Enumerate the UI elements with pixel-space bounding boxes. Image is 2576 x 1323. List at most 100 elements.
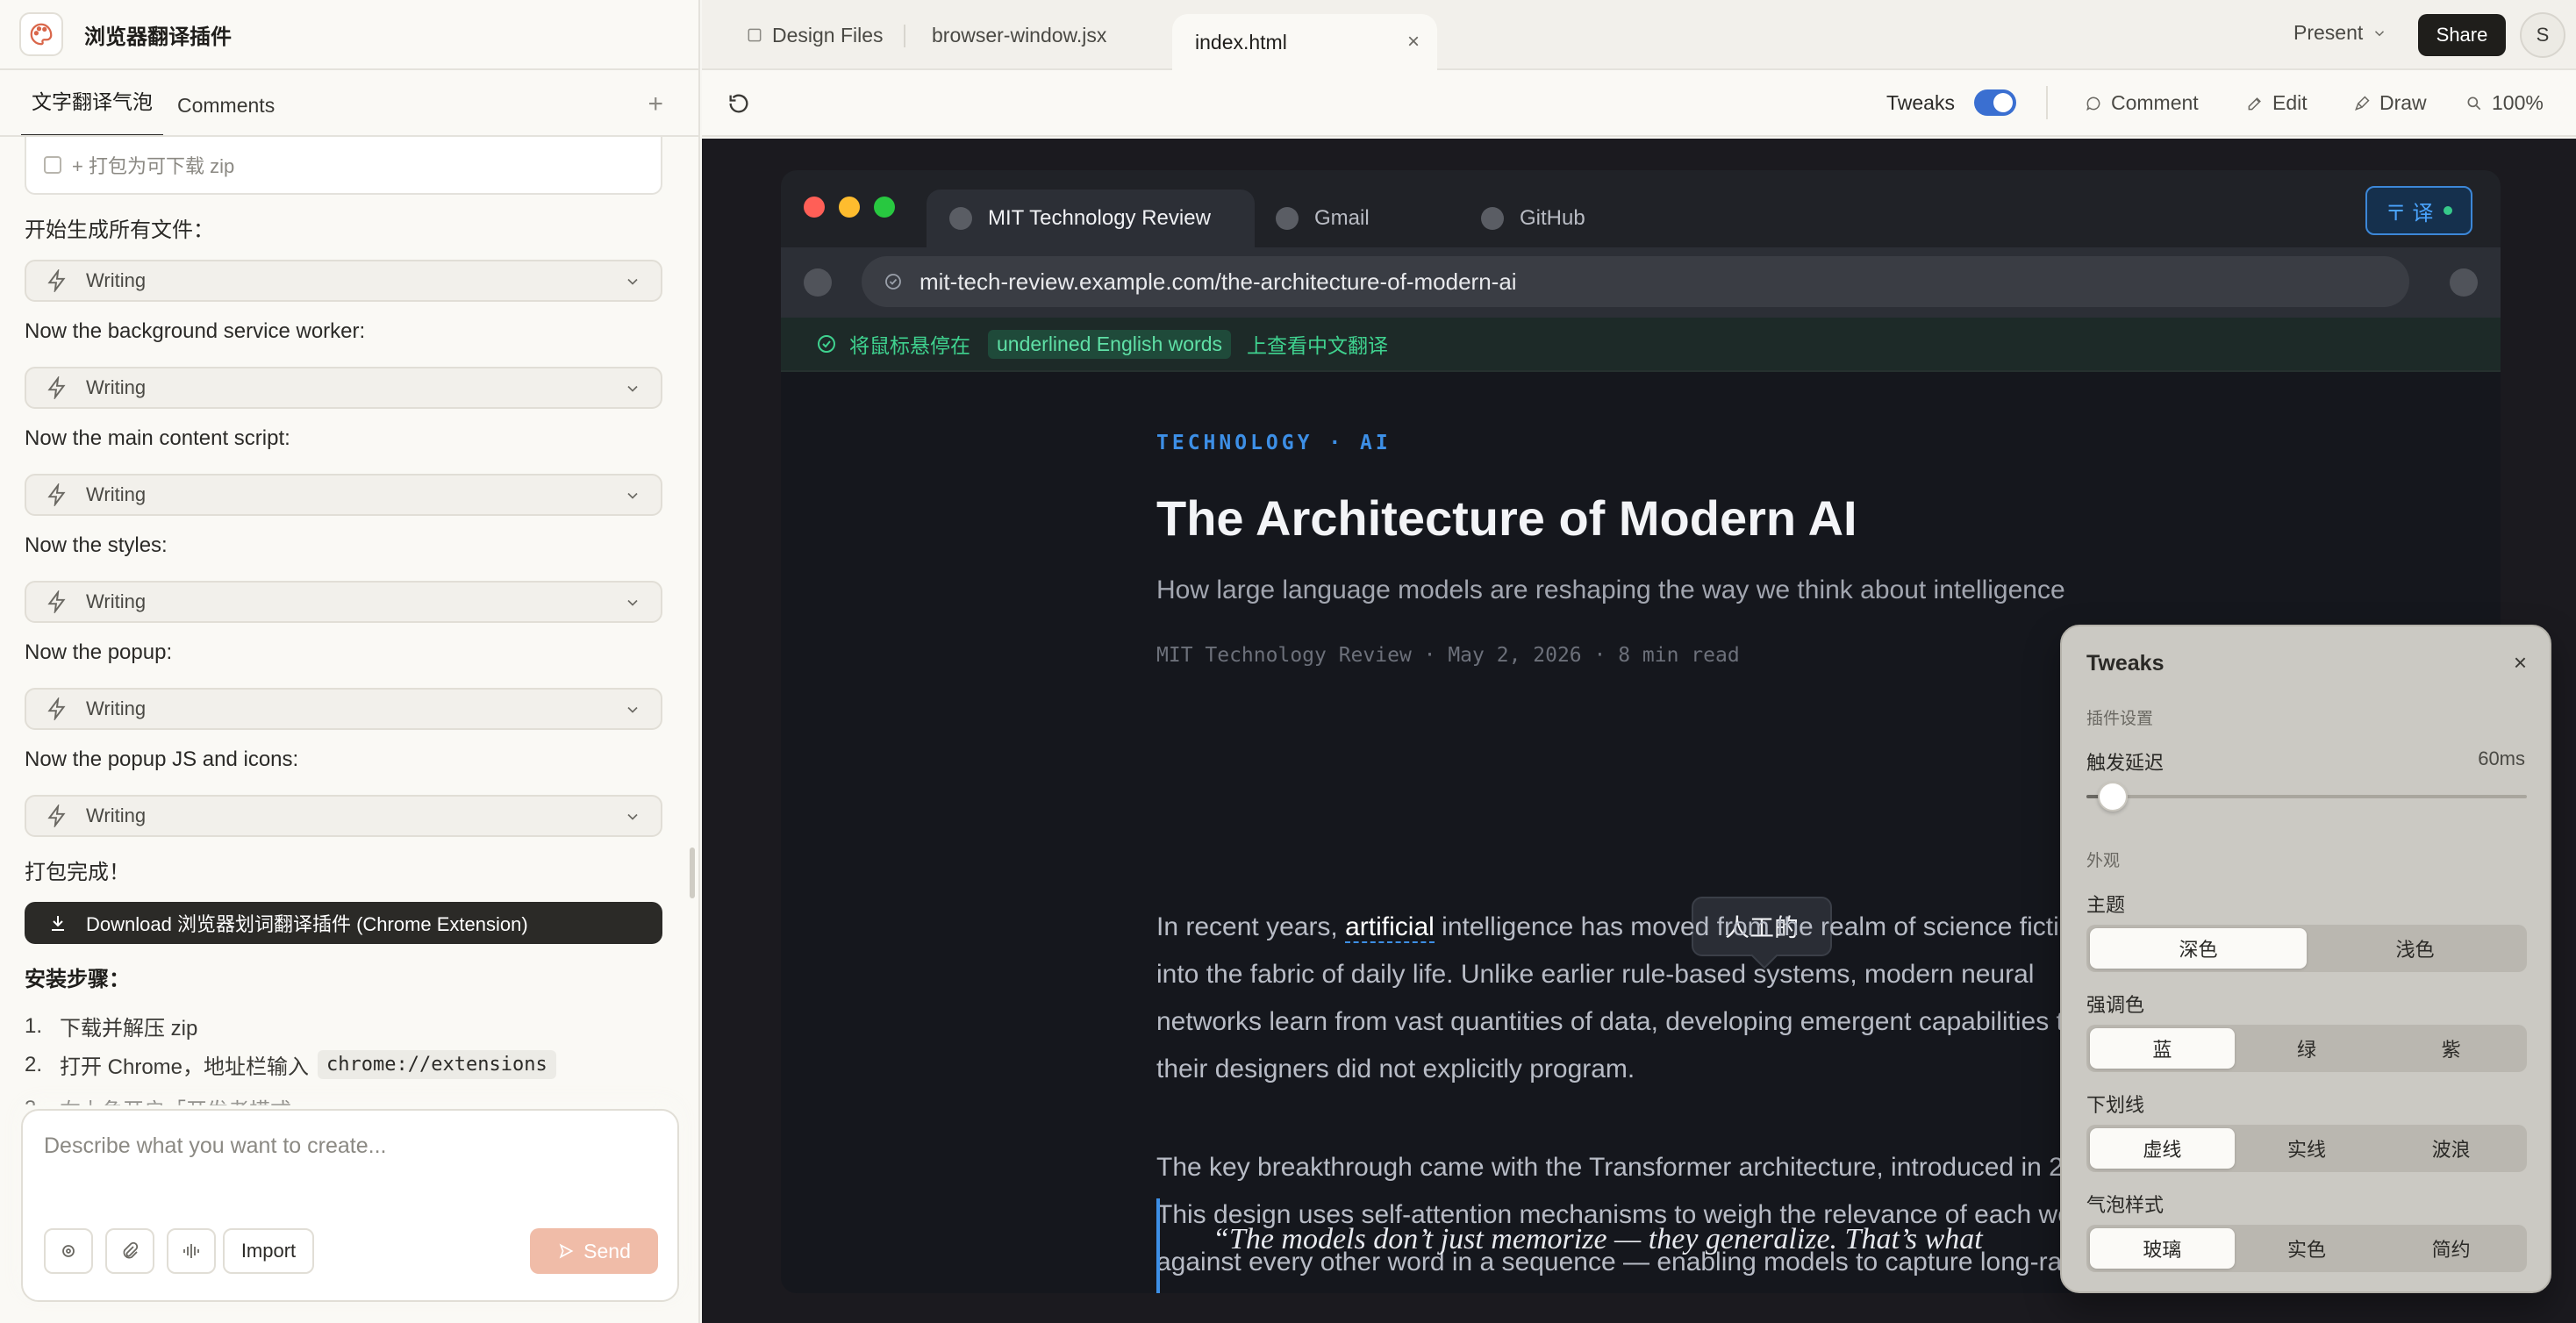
settings-button[interactable] [44, 1228, 93, 1274]
composer[interactable]: Describe what you want to create... Impo… [21, 1109, 679, 1302]
step-number: 3. [25, 1097, 60, 1106]
browser-tab-mit[interactable]: MIT Technology Review [927, 190, 1255, 247]
tab-comments[interactable]: Comments [167, 94, 285, 137]
zip-checkbox[interactable] [44, 156, 61, 174]
comment-button[interactable]: Comment [2085, 91, 2199, 115]
writing-status-pill[interactable]: Writing [25, 260, 662, 302]
palette-icon[interactable] [19, 12, 63, 56]
brush-icon [2355, 95, 2370, 111]
underline-label: 下划线 [2086, 1094, 2145, 1116]
inline-code: chrome://extensions [318, 1050, 556, 1079]
close-tab-icon[interactable]: × [1407, 30, 1420, 54]
article-meta: MIT Technology Review · May 2, 2026 · 8 … [1156, 644, 1740, 667]
favicon-icon [1481, 207, 1504, 230]
tab-translation-bubble[interactable]: 文字翻译气泡 [21, 85, 163, 137]
import-button[interactable]: Import [223, 1228, 314, 1274]
accent-option-green[interactable]: 绿 [2235, 1028, 2379, 1069]
writing-status-pill[interactable]: Writing [25, 474, 662, 516]
bolt-icon [47, 376, 66, 399]
delay-slider[interactable] [2086, 782, 2527, 812]
share-button[interactable]: Share [2418, 14, 2506, 56]
writing-status-pill[interactable]: Writing [25, 367, 662, 409]
back-button[interactable] [804, 268, 832, 297]
underline-option-solid[interactable]: 实线 [2235, 1128, 2379, 1169]
bolt-icon [47, 805, 66, 827]
send-button[interactable]: Send [530, 1228, 658, 1274]
edit-button[interactable]: Edit [2246, 91, 2308, 115]
bubble-option-solid[interactable]: 实色 [2235, 1228, 2379, 1269]
article-title: The Architecture of Modern AI [1156, 490, 1857, 546]
accent-option-blue[interactable]: 蓝 [2090, 1028, 2235, 1069]
chevron-down-icon [627, 492, 638, 499]
menu-button[interactable] [2450, 268, 2478, 297]
writing-label: Writing [86, 376, 147, 398]
done-message: 打包完成！ [25, 861, 130, 884]
hover-word[interactable]: artificial [1345, 912, 1435, 943]
favicon-icon [949, 207, 972, 230]
tab-index-html[interactable]: index.html × [1172, 14, 1437, 70]
chevron-down-icon [627, 706, 638, 713]
accent-option-purple[interactable]: 紫 [2379, 1028, 2523, 1069]
browser-tab-gmail[interactable]: Gmail [1263, 190, 1370, 247]
slider-thumb[interactable] [2098, 782, 2129, 812]
file-icon [748, 28, 762, 42]
zip-option-row[interactable]: + 打包为可下载 zip [25, 137, 662, 195]
bolt-icon [47, 483, 66, 506]
chevron-down-icon [627, 813, 638, 820]
zoom-button[interactable]: 100% [2465, 91, 2544, 115]
extension-badge[interactable]: 〒 译 [2365, 186, 2472, 235]
chat-scrollbar[interactable] [690, 847, 695, 898]
close-dot[interactable] [804, 197, 825, 218]
project-header: 浏览器翻译插件 [0, 0, 698, 70]
download-extension-button[interactable]: Download 浏览器划词翻译插件 (Chrome Extension) [25, 902, 662, 944]
tweaks-toggle[interactable] [1974, 89, 2016, 116]
tab-label: index.html [1195, 30, 1287, 54]
add-tab-icon[interactable]: + [648, 91, 663, 118]
chat-transcript[interactable]: + 打包为可下载 zip 开始生成所有文件： Writing Now the b… [0, 137, 698, 1106]
writing-label: Writing [86, 269, 147, 291]
writing-label: Writing [86, 590, 147, 612]
check-circle-icon [818, 335, 835, 353]
chevron-down-icon [627, 278, 638, 285]
theme-option-light[interactable]: 浅色 [2307, 928, 2523, 969]
draw-button[interactable]: Draw [2353, 91, 2427, 115]
voice-button[interactable] [167, 1228, 216, 1274]
bolt-icon [47, 697, 66, 720]
attach-button[interactable] [105, 1228, 154, 1274]
bubble-option-glass[interactable]: 玻璃 [2090, 1228, 2235, 1269]
zoom-label: 100% [2492, 91, 2544, 114]
step-number: 1. [25, 1013, 43, 1038]
prompt-input[interactable]: Describe what you want to create... [44, 1133, 386, 1159]
writing-status-pill[interactable]: Writing [25, 581, 662, 623]
close-icon[interactable]: × [2514, 649, 2527, 676]
maximize-dot[interactable] [874, 197, 895, 218]
chat-message: Now the popup: [25, 640, 173, 664]
hint-highlight: underlined English words [988, 329, 1231, 359]
minimize-dot[interactable] [839, 197, 860, 218]
edit-label: Edit [2272, 91, 2308, 114]
writing-status-pill[interactable]: Writing [25, 795, 662, 837]
extension-hint-bar: 将鼠标悬停在 underlined English words 上查看中文翻译 [781, 318, 2501, 372]
step-text: 下载并解压 zip [60, 1017, 198, 1041]
bubble-option-minimal[interactable]: 简约 [2379, 1228, 2523, 1269]
avatar[interactable]: S [2520, 12, 2565, 58]
present-button[interactable]: Present [2293, 21, 2387, 45]
tab-design-files[interactable]: Design Files [746, 0, 884, 70]
left-tabs: 文字翻译气泡 Comments + [0, 70, 698, 137]
writing-status-pill[interactable]: Writing [25, 688, 662, 730]
comment-label: Comment [2111, 91, 2199, 114]
url-field[interactable]: mit-tech-review.example.com/the-architec… [862, 256, 2409, 307]
url-text: mit-tech-review.example.com/the-architec… [919, 268, 1517, 295]
underline-segmented: 虚线 实线 波浪 [2086, 1125, 2527, 1172]
tab-label: browser-window.jsx [932, 23, 1107, 46]
tab-browser-window-jsx[interactable]: browser-window.jsx [932, 0, 1106, 70]
download-label: Download 浏览器划词翻译插件 (Chrome Extension) [86, 913, 528, 935]
theme-option-dark[interactable]: 深色 [2090, 928, 2307, 969]
underline-option-wavy[interactable]: 波浪 [2379, 1128, 2523, 1169]
tab-divider [904, 25, 905, 47]
reload-icon[interactable] [726, 91, 751, 116]
browser-tab-github[interactable]: GitHub [1469, 190, 1585, 247]
accent-segmented: 蓝 绿 紫 [2086, 1025, 2527, 1072]
underline-option-dashed[interactable]: 虚线 [2090, 1128, 2235, 1169]
delay-label: 触发延迟 [2086, 752, 2165, 774]
